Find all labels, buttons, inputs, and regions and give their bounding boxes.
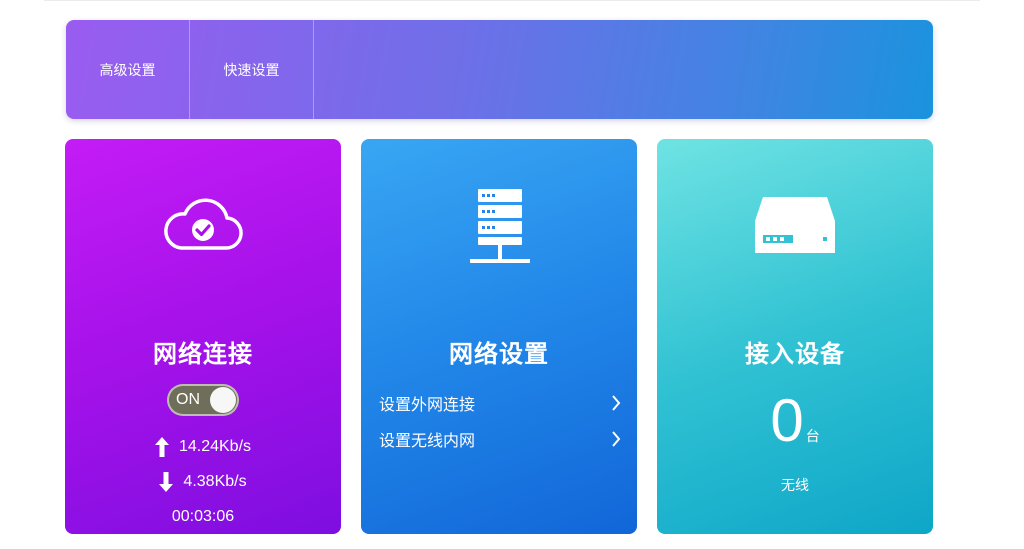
network-connection-card: 网络连接 ON 14.24Kb/s 4.38Kb/s 00:03:06 xyxy=(65,139,341,534)
network-settings-title: 网络设置 xyxy=(449,341,549,368)
connection-toggle[interactable]: ON xyxy=(167,384,239,416)
device-count-wrap: 0台 xyxy=(657,391,933,451)
router-icon xyxy=(755,197,835,253)
upload-rate-row: 14.24Kb/s xyxy=(65,437,341,457)
tab-advanced-settings[interactable]: 高级设置 xyxy=(66,20,190,119)
wan-settings-label: 设置外网连接 xyxy=(379,397,476,414)
tab-quick-settings[interactable]: 快速设置 xyxy=(190,20,314,119)
cloud-check-icon xyxy=(164,198,243,250)
wan-settings-link[interactable]: 设置外网连接 xyxy=(379,391,621,415)
chevron-right-icon xyxy=(612,395,621,411)
device-count: 0 xyxy=(770,387,804,454)
download-rate-row: 4.38Kb/s xyxy=(65,472,341,492)
server-icon xyxy=(470,189,530,263)
network-connection-title: 网络连接 xyxy=(153,341,253,368)
device-type-label[interactable]: 无线 xyxy=(657,475,933,495)
arrow-up-icon xyxy=(154,437,169,457)
chevron-right-icon xyxy=(612,431,621,447)
toggle-knob xyxy=(210,387,236,413)
network-settings-card: 网络设置 设置外网连接 设置无线内网 xyxy=(361,139,637,534)
top-divider xyxy=(44,0,980,1)
download-rate: 4.38Kb/s xyxy=(183,473,247,490)
arrow-down-icon xyxy=(159,472,174,492)
connected-devices-title: 接入设备 xyxy=(745,341,845,368)
toggle-label: ON xyxy=(176,391,200,408)
device-count-unit: 台 xyxy=(805,428,820,444)
wireless-lan-settings-link[interactable]: 设置无线内网 xyxy=(379,427,621,451)
wireless-lan-settings-label: 设置无线内网 xyxy=(379,433,476,450)
upload-rate: 14.24Kb/s xyxy=(178,438,252,455)
connected-devices-card: 接入设备 0台 无线 xyxy=(657,139,933,534)
uptime: 00:03:06 xyxy=(171,508,235,525)
top-nav-bar: 高级设置 快速设置 xyxy=(66,20,933,119)
